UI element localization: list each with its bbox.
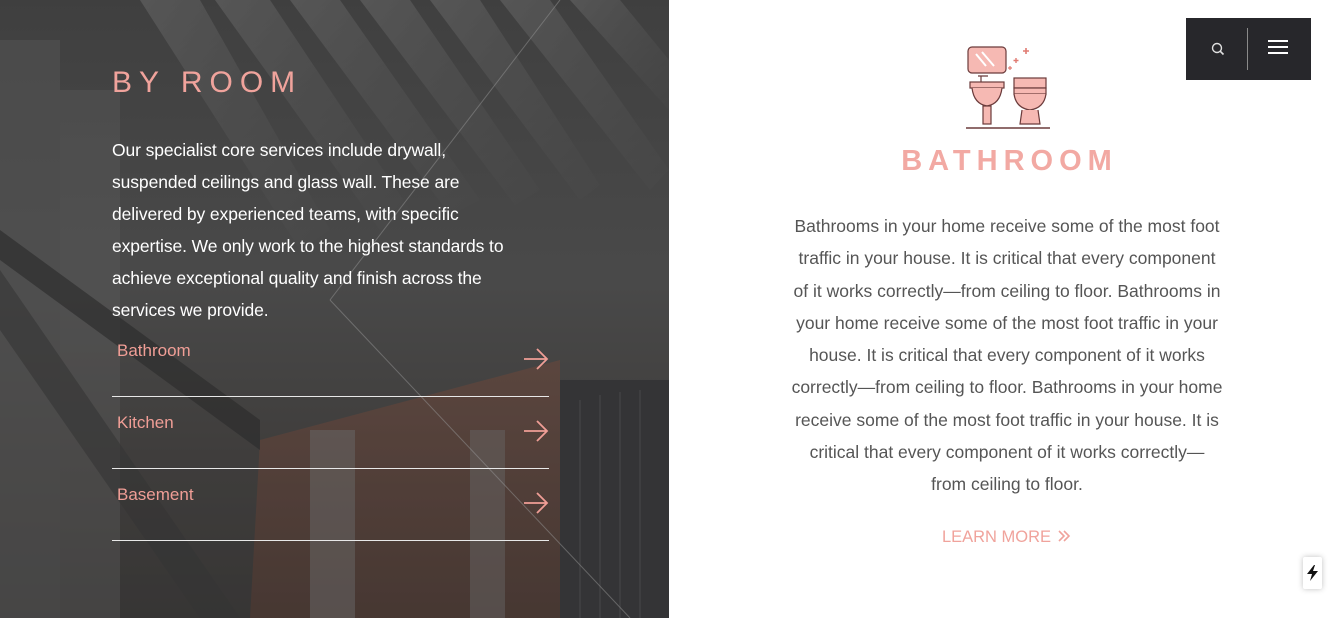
learn-more-label: LEARN MORE: [941, 528, 1052, 546]
learn-more-link[interactable]: LEARN MORE: [669, 528, 1344, 547]
arrow-right-icon: [524, 348, 549, 370]
arrow-right-icon: [524, 420, 549, 442]
description-line: traffic in your house. It is critical th…: [798, 248, 1216, 269]
room-link-basement[interactable]: Basement: [112, 469, 549, 541]
room-link-kitchen[interactable]: Kitchen: [112, 397, 549, 469]
intro-line: achieve exceptional quality and finish a…: [112, 268, 482, 288]
bathroom-icon: [966, 46, 1050, 129]
description-line: from ceiling to floor.: [931, 474, 1083, 495]
intro-line: expertise. We only work to the highest s…: [112, 236, 504, 256]
by-room-panel: BY ROOM Our specialist core services inc…: [0, 0, 669, 618]
description-line: correctly—from ceiling to floor. Bathroo…: [791, 377, 1223, 398]
description-line: of it works correctly—from ceiling to fl…: [793, 280, 1221, 301]
room-link-bathroom[interactable]: Bathroom: [112, 325, 549, 397]
description-line: Bathrooms in your home receive some of t…: [794, 216, 1220, 236]
intro-line: Our specialist core services include dry…: [112, 140, 446, 160]
bathroom-detail-panel: BATHROOM Bathrooms in your home receive …: [669, 0, 1344, 618]
double-chevron-right-icon: [1058, 530, 1071, 542]
bathroom-description: Bathrooms in your home receive some of t…: [766, 210, 1248, 501]
description-line: house. It is critical that every compone…: [809, 345, 1205, 366]
room-link-label: Basement: [117, 485, 194, 504]
lightning-icon: [1307, 565, 1318, 581]
search-icon[interactable]: [1206, 37, 1230, 61]
description-line: your home receive some of the most foot …: [796, 312, 1218, 333]
description-line: critical that every component of it work…: [809, 442, 1205, 463]
arrow-right-icon: [524, 492, 549, 514]
bathroom-title: BATHROOM: [901, 145, 1118, 177]
room-link-label: Bathroom: [117, 341, 191, 360]
by-room-heading: BY ROOM: [112, 66, 303, 99]
hamburger-menu-icon[interactable]: [1268, 40, 1290, 58]
intro-line: services we provide.: [112, 300, 269, 320]
header-divider: [1247, 28, 1248, 70]
lightning-button[interactable]: [1303, 557, 1322, 589]
intro-line: delivered by experienced teams, with spe…: [112, 204, 459, 224]
header-controls: [1186, 18, 1311, 80]
intro-text: Our specialist core services include dry…: [112, 134, 552, 326]
description-line: receive some of the most foot traffic in…: [795, 409, 1219, 430]
intro-line: suspended ceilings and glass wall. These…: [112, 172, 460, 192]
room-link-label: Kitchen: [117, 413, 174, 432]
